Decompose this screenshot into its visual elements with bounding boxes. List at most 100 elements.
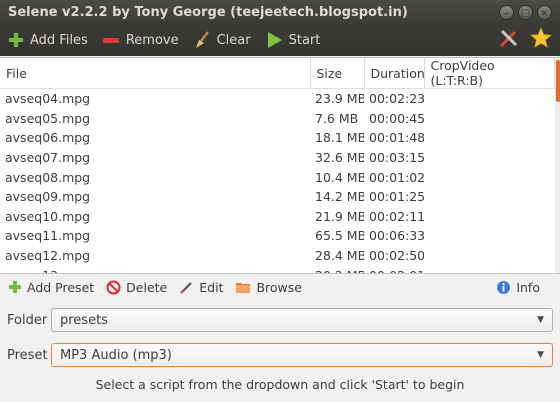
file-cell: avseq06.mpg — [5, 130, 91, 146]
duration-cell: 00:00:45 — [369, 110, 424, 126]
crop-cell — [424, 246, 554, 266]
table-row[interactable]: avseq12.mpg 28.4 MB 00:02:50 — [0, 246, 554, 266]
column-header-file[interactable]: File — [0, 58, 311, 89]
file-table[interactable]: File Size Duration CropVideo (L:T:R:B) a… — [0, 57, 560, 274]
minus-icon — [102, 32, 120, 48]
info-icon — [496, 280, 511, 295]
play-icon — [265, 31, 283, 49]
preset-dropdown[interactable]: MP3 Audio (mp3) ▼ — [51, 343, 553, 367]
folder-icon — [235, 280, 251, 294]
add-files-label: Add Files — [30, 32, 88, 48]
close-icon[interactable]: × — [537, 4, 552, 20]
size-cell: 20.2 MB — [310, 265, 364, 273]
duration-cell: 00:03:15 — [369, 150, 424, 166]
window-title: Selene v2.2.2 by Tony George (teejeetech… — [8, 4, 408, 20]
folder-row: Folder presets ▼ — [0, 308, 560, 332]
table-row[interactable]: avseq05.mpg 7.6 MB 00:00:45 — [0, 109, 554, 129]
duration-cell: 00:01:02 — [369, 169, 424, 185]
file-cell: avseq12.mpg — [5, 248, 91, 264]
plus-icon — [8, 32, 24, 48]
scrollbar-thumb[interactable] — [556, 60, 560, 102]
table-row[interactable]: avseq06.mpg 18.1 MB 00:01:48 — [0, 128, 554, 148]
preset-value: MP3 Audio (mp3) — [60, 347, 172, 363]
dropdown-arrow-icon: ▼ — [537, 350, 544, 360]
window-controls: – □ × — [499, 4, 552, 20]
remove-button[interactable]: Remove — [102, 32, 179, 48]
preset-label: Preset — [7, 347, 48, 363]
duration-cell: 00:02:50 — [369, 248, 424, 264]
column-header-duration[interactable]: Duration — [364, 58, 425, 89]
size-cell: 7.6 MB — [315, 110, 359, 126]
size-cell: 32.6 MB — [315, 150, 364, 166]
column-header-cropvideo[interactable]: CropVideo (L:T:R:B) — [424, 58, 555, 89]
minimize-icon[interactable]: – — [499, 4, 514, 20]
table-row[interactable]: avseq09.mpg 14.2 MB 00:01:25 — [0, 187, 554, 207]
preset-toolbar: Add Preset Delete Edit Browse Info — [0, 275, 560, 299]
folder-dropdown[interactable]: presets ▼ — [51, 308, 553, 332]
start-button[interactable]: Start — [265, 31, 321, 49]
delete-icon — [106, 280, 121, 295]
table-row[interactable]: avseq10.mpg 21.9 MB 00:02:11 — [0, 207, 554, 227]
duration-cell: 00:01:48 — [369, 130, 424, 146]
tools-icon[interactable] — [498, 27, 520, 53]
duration-cell: 00:01:25 — [369, 189, 424, 205]
edit-button[interactable]: Edit — [179, 280, 223, 295]
add-preset-label: Add Preset — [27, 279, 95, 295]
column-header-size[interactable]: Size — [310, 58, 365, 89]
duration-cell: 00:02:01 — [364, 265, 424, 273]
title-bar: Selene v2.2.2 by Tony George (teejeetech… — [0, 0, 560, 24]
edit-label: Edit — [199, 279, 224, 295]
file-cell: avseq05.mpg — [5, 110, 91, 126]
broom-icon — [193, 31, 211, 49]
size-cell: 18.1 MB — [315, 130, 364, 146]
star-icon[interactable] — [530, 26, 552, 53]
file-cell: avseq04.mpg — [5, 91, 91, 107]
add-files-button[interactable]: Add Files — [8, 32, 88, 48]
delete-label: Delete — [126, 279, 168, 295]
info-button[interactable]: Info — [496, 280, 540, 295]
file-cell: avseq10.mpg — [5, 208, 91, 224]
file-cell: avseq09.mpg — [5, 189, 91, 205]
vertical-scrollbar[interactable] — [555, 58, 560, 273]
delete-button[interactable]: Delete — [106, 280, 167, 295]
crop-cell — [424, 207, 554, 227]
table-row[interactable]: avseq04.mpg 23.9 MB 00:02:23 — [0, 89, 554, 109]
file-cell: avseq11.mpg — [5, 228, 91, 244]
size-cell: 65.5 MB — [315, 228, 364, 244]
start-label: Start — [288, 32, 321, 48]
size-cell: 28.4 MB — [315, 248, 364, 264]
crop-cell — [424, 109, 554, 129]
table-row[interactable]: avseq11.mpg 65.5 MB 00:06:33 — [0, 226, 554, 246]
folder-label: Folder — [7, 312, 48, 328]
clear-label: Clear — [216, 32, 251, 48]
remove-label: Remove — [125, 32, 179, 48]
crop-cell — [424, 148, 554, 168]
duration-cell: 00:06:33 — [369, 228, 424, 244]
plus-icon — [8, 280, 22, 294]
add-preset-button[interactable]: Add Preset — [8, 280, 94, 295]
clear-button[interactable]: Clear — [193, 31, 251, 49]
main-toolbar: Add Files Remove Clear Start — [0, 24, 560, 56]
browse-button[interactable]: Browse — [235, 280, 302, 295]
file-cell: avseq13.mpg — [0, 265, 310, 273]
duration-cell: 00:02:23 — [369, 91, 424, 107]
crop-cell — [424, 89, 554, 109]
crop-cell — [424, 265, 554, 273]
crop-cell — [424, 226, 554, 246]
size-cell: 21.9 MB — [315, 208, 364, 224]
pencil-icon — [179, 280, 194, 295]
size-cell: 23.9 MB — [315, 91, 364, 107]
table-row[interactable]: avseq13.mpg20.2 MB00:02:01 — [0, 265, 554, 273]
crop-cell — [424, 128, 554, 148]
table-row[interactable]: avseq07.mpg 32.6 MB 00:03:15 — [0, 148, 554, 168]
preset-row: Preset MP3 Audio (mp3) ▼ — [0, 343, 560, 367]
size-cell: 10.4 MB — [315, 169, 364, 185]
maximize-icon[interactable]: □ — [518, 4, 533, 20]
file-cell: avseq08.mpg — [5, 169, 91, 185]
table-row[interactable]: avseq08.mpg 10.4 MB 00:01:02 — [0, 167, 554, 187]
folder-value: presets — [60, 312, 108, 328]
info-label: Info — [516, 279, 540, 295]
status-message: Select a script from the dropdown and cl… — [95, 377, 465, 392]
app-window: Selene v2.2.2 by Tony George (teejeetech… — [0, 0, 560, 402]
dropdown-arrow-icon: ▼ — [537, 315, 544, 325]
